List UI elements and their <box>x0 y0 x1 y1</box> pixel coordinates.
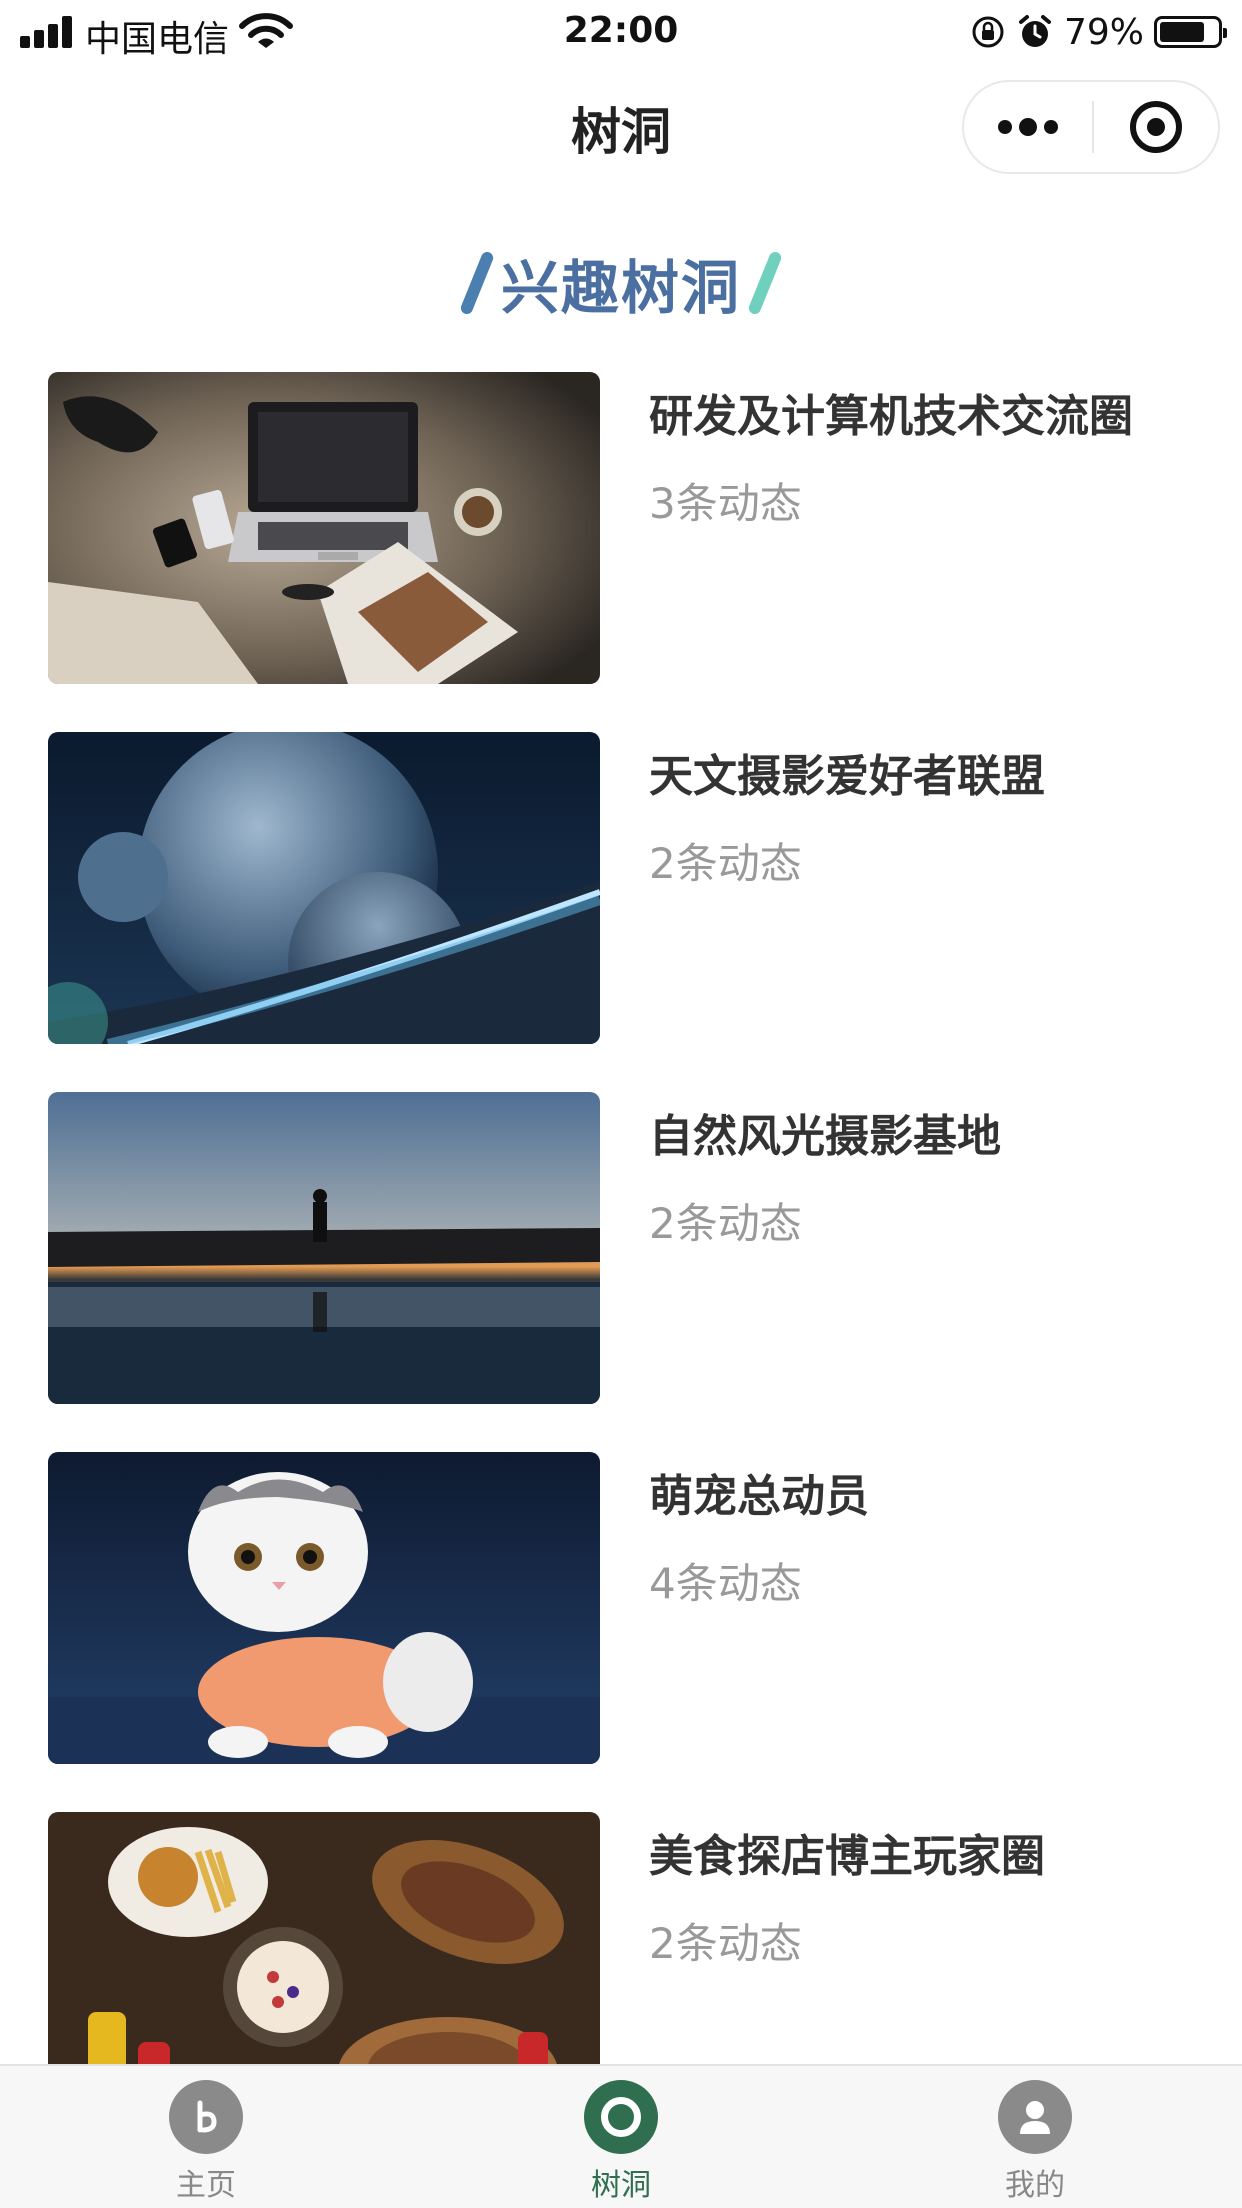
group-title: 天文摄影爱好者联盟 <box>649 751 1045 802</box>
alarm-icon <box>1018 15 1051 47</box>
tab-profile-label: 我的 <box>1005 2168 1065 2203</box>
tab-bar: 主页 树洞 我的 <box>0 2064 1242 2208</box>
group-title: 美食探店博主玩家圈 <box>649 1831 1045 1882</box>
group-post-count: 2条动态 <box>649 1919 802 1968</box>
list-item[interactable]: 天文摄影爱好者联盟 2条动态 <box>48 732 1208 1044</box>
list-item[interactable]: 自然风光摄影基地 2条动态 <box>48 1092 1208 1404</box>
mini-program-capsule <box>962 80 1220 174</box>
section-heading: 兴趣树洞 <box>0 248 1242 322</box>
tab-treehole[interactable]: 树洞 <box>521 2080 721 2206</box>
profile-icon <box>998 2080 1072 2154</box>
group-post-count: 4条动态 <box>649 1559 802 1608</box>
more-button[interactable] <box>964 82 1092 172</box>
section-title: 兴趣树洞 <box>500 254 741 322</box>
slash-right-decoration <box>747 250 783 316</box>
group-post-count: 2条动态 <box>649 1199 802 1248</box>
group-title: 萌宠总动员 <box>649 1471 869 1522</box>
group-post-count: 2条动态 <box>649 839 802 888</box>
group-title: 研发及计算机技术交流圈 <box>649 391 1133 442</box>
close-target-icon <box>1130 101 1182 153</box>
laptop-desk-photo <box>48 372 600 684</box>
page: 中国电信 22:00 79% 树洞 兴趣树洞 研发及计算机技术交流圈 3条动态 … <box>0 0 1242 2208</box>
slash-left-decoration <box>459 250 495 316</box>
tab-home-label: 主页 <box>176 2168 236 2203</box>
list-item[interactable]: 萌宠总动员 4条动态 <box>48 1452 1208 1764</box>
orientation-lock-icon <box>972 16 1004 48</box>
status-bar: 中国电信 22:00 79% <box>0 0 1242 62</box>
battery-percent: 79% <box>1063 11 1144 53</box>
group-post-count: 3条动态 <box>649 479 802 528</box>
list-item[interactable]: 研发及计算机技术交流圈 3条动态 <box>48 372 1208 684</box>
group-title: 自然风光摄影基地 <box>649 1111 1001 1162</box>
tab-home[interactable]: 主页 <box>106 2080 306 2206</box>
planets-space-photo <box>48 732 600 1044</box>
cat-in-sweater-photo <box>48 1452 600 1764</box>
sunset-photographer-photo <box>48 1092 600 1404</box>
battery-icon <box>1154 16 1227 48</box>
home-icon <box>169 2080 243 2154</box>
treehole-icon <box>584 2080 658 2154</box>
status-right: 79% <box>970 10 1227 54</box>
tab-profile[interactable]: 我的 <box>935 2080 1135 2206</box>
close-button[interactable] <box>1094 82 1218 172</box>
tab-treehole-label: 树洞 <box>591 2168 651 2203</box>
